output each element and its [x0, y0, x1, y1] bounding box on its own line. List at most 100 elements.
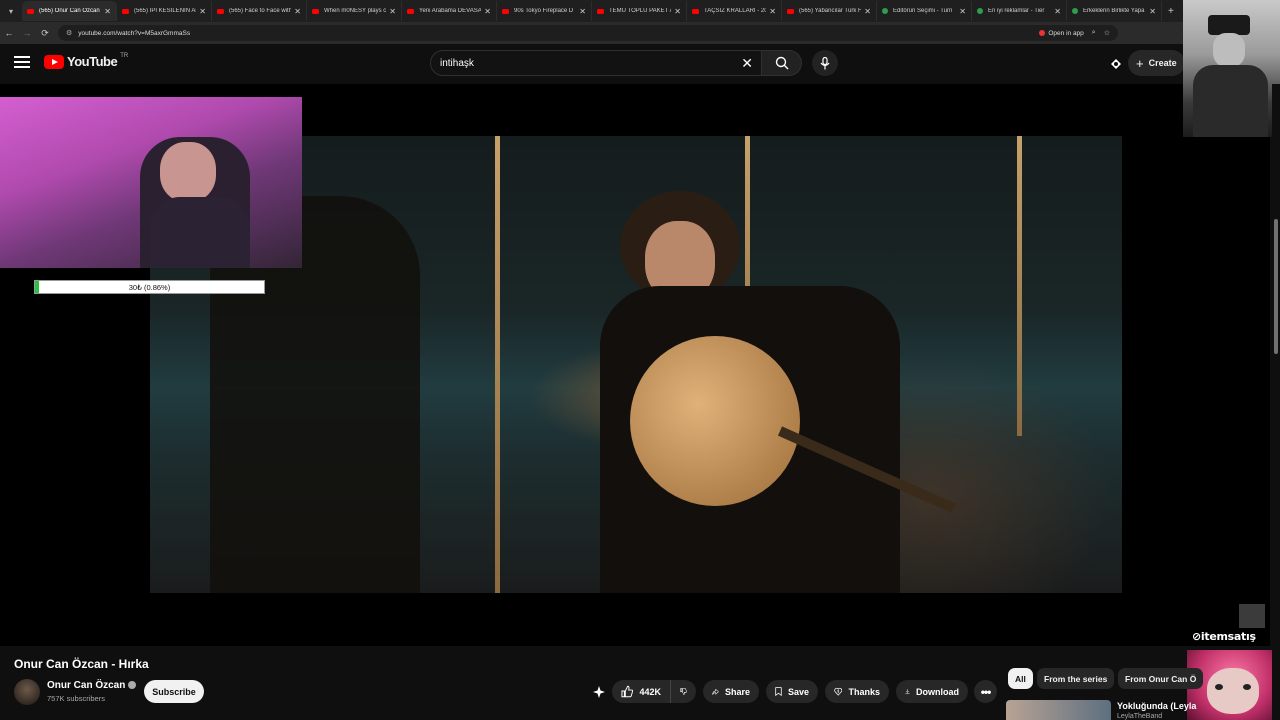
create-label: Create	[1148, 58, 1177, 68]
tab-title: 90s Tokyo Fireplace D	[514, 8, 574, 14]
close-tab-icon[interactable]: ✕	[1054, 7, 1061, 16]
forward-icon[interactable]: →	[18, 28, 36, 38]
bookmark-star-icon[interactable]: ☆	[1104, 29, 1110, 37]
tab-title: Editörün Seçimi - Turn	[893, 8, 953, 14]
close-tab-icon[interactable]: ✕	[959, 7, 966, 16]
scrollbar-thumb[interactable]	[1274, 219, 1278, 354]
browser-tab[interactable]: (565) İPİ KESİLENİN AF ✕	[117, 1, 212, 21]
face	[1213, 33, 1245, 67]
download-icon	[905, 689, 910, 695]
share-icon	[712, 688, 719, 695]
search-input[interactable]: intihaşk ✕	[430, 50, 762, 76]
chip-all[interactable]: All	[1008, 668, 1033, 689]
super-thanks-icon: $	[834, 687, 843, 696]
browser-tab[interactable]: (565) Yabancılar Türk F ✕	[782, 1, 877, 21]
dislike-button[interactable]	[670, 680, 696, 703]
close-tab-icon[interactable]: ✕	[199, 7, 206, 16]
next-video-thumbnail[interactable]	[1006, 700, 1111, 720]
reload-icon[interactable]: ⟳	[36, 28, 54, 39]
thanks-button[interactable]: $ Thanks	[825, 680, 889, 703]
search-query: intihaşk	[440, 57, 474, 69]
youtube-favicon-icon	[217, 8, 224, 14]
browser-tab[interactable]: When m0NESY plays c ✕	[307, 1, 402, 21]
youtube-favicon-icon	[787, 8, 794, 14]
more-icon: •••	[980, 684, 992, 699]
browser-tab[interactable]: TEMU TOPLU PAKET A ✕	[592, 1, 687, 21]
close-tab-icon[interactable]: ✕	[294, 7, 301, 16]
browser-tab[interactable]: Erkeklerin Birlikte Yapa ✕	[1067, 1, 1162, 21]
share-button[interactable]: Share	[703, 680, 759, 703]
close-tab-icon[interactable]: ✕	[104, 7, 111, 16]
next-video-channel[interactable]: LeylaTheBand	[1117, 713, 1162, 720]
site-info-icon[interactable]: ⚙	[66, 29, 72, 37]
open-in-app-button[interactable]: Open in app	[1039, 29, 1084, 37]
close-tab-icon[interactable]: ✕	[484, 7, 491, 16]
address-bar-row: ← → ⟳ ⚙ youtube.com/watch?v=M5axrGmmaSs …	[0, 22, 1280, 44]
close-tab-icon[interactable]: ✕	[864, 7, 871, 16]
url-field[interactable]: ⚙ youtube.com/watch?v=M5axrGmmaSs Open i…	[58, 25, 1118, 41]
ai-sparkle-icon[interactable]	[592, 685, 606, 699]
download-button[interactable]: Download	[896, 680, 968, 703]
close-tab-icon[interactable]: ✕	[1149, 7, 1156, 16]
next-video-title[interactable]: Yokluğunda (Leyla	[1117, 701, 1196, 711]
video-title: Onur Can Özcan - Hırka	[14, 657, 149, 671]
share-label: Share	[724, 686, 750, 697]
thumbs-up-icon	[621, 685, 634, 698]
page-scrollbar[interactable]	[1272, 84, 1280, 720]
search-icon	[775, 56, 788, 70]
browser-tab[interactable]: 90s Tokyo Fireplace D ✕	[497, 1, 592, 21]
country-code: TR	[120, 52, 129, 59]
channel-name-text: Onur Can Özcan	[47, 680, 126, 691]
close-tab-icon[interactable]: ✕	[389, 7, 396, 16]
channel-avatar[interactable]	[14, 679, 40, 705]
menu-icon[interactable]	[14, 56, 30, 68]
subscriber-count: 757K subscribers	[47, 694, 105, 703]
like-button[interactable]: 442K	[612, 680, 670, 703]
tabs-container: (565) Onur Can Özcan ✕ (565) İPİ KESİLENİN…	[22, 1, 1162, 21]
historical-photo-overlay	[1183, 0, 1280, 137]
tab-search-icon[interactable]: ▾	[0, 0, 22, 22]
save-button[interactable]: Save	[766, 680, 818, 703]
zoom-icon[interactable]: ⌕	[1092, 29, 1096, 37]
plus-icon: +	[1136, 55, 1144, 71]
tab-title: Yeni Arabama DEVASA	[419, 8, 482, 14]
browser-tab[interactable]: En iyi reklamlar - Tier ✕	[972, 1, 1067, 21]
youtube-logo[interactable]: YouTube TR	[44, 52, 129, 69]
tab-title: (565) Face to Face with	[229, 8, 292, 14]
youtube-favicon-icon	[597, 8, 604, 14]
extension-icon[interactable]	[1108, 56, 1124, 72]
youtube-favicon-icon	[407, 8, 414, 14]
sponsor-text: itemsatış	[1200, 630, 1256, 643]
browser-tab[interactable]: (565) Onur Can Özcan ✕	[22, 1, 117, 21]
close-tab-icon[interactable]: ✕	[674, 7, 681, 16]
donation-progress-bar: 30₺ (0.86%)	[34, 280, 265, 294]
open-in-app-label: Open in app	[1048, 29, 1084, 37]
tab-title: En iyi reklamlar - Tier	[988, 8, 1045, 14]
verified-icon	[128, 681, 137, 690]
clear-search-icon[interactable]: ✕	[741, 55, 753, 72]
subscribe-button[interactable]: Subscribe	[144, 680, 204, 703]
close-tab-icon[interactable]: ✕	[769, 7, 776, 16]
voice-search-button[interactable]	[812, 50, 838, 76]
more-actions-button[interactable]: •••	[974, 680, 997, 703]
streamer-body	[150, 197, 250, 268]
back-icon[interactable]: ←	[0, 28, 18, 38]
create-button[interactable]: + Create	[1128, 50, 1185, 76]
cat-face	[1207, 668, 1259, 714]
browser-tab[interactable]: Editörün Seçimi - Turn ✕	[877, 1, 972, 21]
new-tab-icon[interactable]: +	[1168, 6, 1174, 17]
close-tab-icon[interactable]: ✕	[579, 7, 586, 16]
youtube-favicon-icon	[312, 8, 319, 14]
chip-from-the-series[interactable]: From the series	[1037, 668, 1115, 689]
thanks-label: Thanks	[848, 686, 880, 697]
cat-eye	[1215, 684, 1223, 690]
browser-tab[interactable]: Yeni Arabama DEVASA ✕	[402, 1, 497, 21]
search-button[interactable]	[762, 50, 802, 76]
streamer-mini-avatar	[1239, 604, 1265, 628]
browser-tab[interactable]: TAÇSIZ KRALLARI - 20 ✕	[687, 1, 782, 21]
channel-name[interactable]: Onur Can Özcan	[47, 680, 137, 691]
sponsor-logo: ⊘itemsatış	[1192, 630, 1256, 643]
browser-tab[interactable]: (565) Face to Face with ✕	[212, 1, 307, 21]
app-icon	[1039, 30, 1046, 36]
chip-from-channel[interactable]: From Onur Can Ö	[1118, 668, 1204, 689]
